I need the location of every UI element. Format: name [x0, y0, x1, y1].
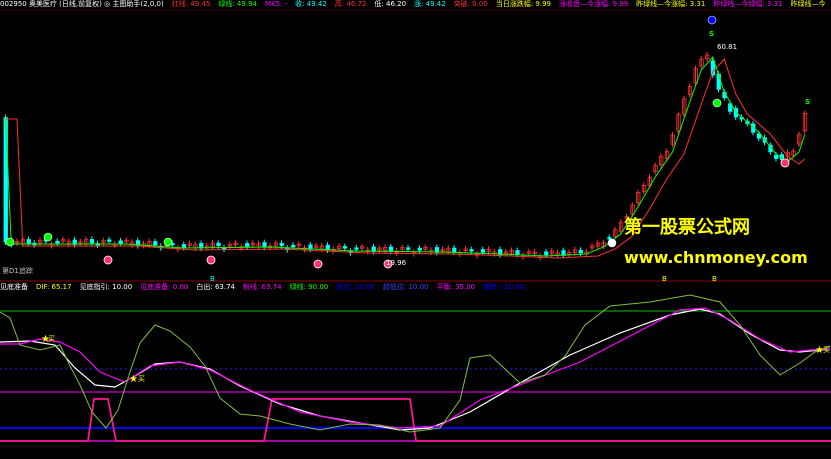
candle-body — [469, 249, 474, 252]
bottom-marker-b3: B — [712, 275, 717, 283]
indicator-fields: 见底准备 DIF: 65.17 见底指引: 10.00 见底准备: 0.00 白出: 6… — [0, 283, 532, 291]
candle-body — [515, 250, 520, 255]
candle-body — [452, 247, 457, 253]
header-field-2: MK5: - — [264, 0, 288, 8]
candle-body — [291, 244, 296, 248]
candle-body — [3, 117, 8, 243]
header-field-10: 昨绿线—今涨幅: 3.31 — [636, 0, 706, 8]
header-field-5: 低: 46.20 — [374, 0, 407, 8]
header-field-6: 涨: 49.42 — [414, 0, 446, 8]
buy-prep-step-line — [0, 398, 831, 442]
indicator-field-9: 平衡: 35.00 — [436, 283, 476, 291]
header-field-4: 高: 46.72 — [334, 0, 367, 8]
star-icon-mid: ★ — [129, 374, 138, 385]
candle-body — [578, 249, 583, 254]
header-field-7: 突破: 0.00 — [453, 0, 488, 8]
header-field-12: 昨绿线—今 — [790, 0, 826, 8]
indicator-field-6: 绿线: 90.00 — [289, 283, 329, 291]
star-buy-label-right: 买 — [823, 346, 830, 354]
bottom-marker-b1: B — [210, 275, 215, 283]
indicator-field-0: 见底准备 — [0, 283, 28, 291]
star-buy-label-mid: 买 — [138, 375, 145, 383]
header-field-0: 红线: 49.45 — [171, 0, 211, 8]
buy-cross-marker-2 — [313, 259, 323, 269]
high-price-label: 60.81 — [717, 43, 738, 51]
candle-body — [607, 237, 612, 240]
indicator-field-8: 超低位: 10.00 — [382, 283, 429, 291]
header-field-8: 当日涨跌幅: 9.99 — [495, 0, 551, 8]
stock-title: 002950 奥美医疗 (日线,前复权) ◎ 主图助手(2,0,0) — [0, 0, 164, 8]
candle-body — [26, 239, 31, 244]
indicator-field-2: 见底指引: 10.00 — [79, 283, 133, 291]
signal-circle-1 — [43, 232, 53, 242]
candle-body — [342, 246, 348, 249]
signal-s-label-right: S — [805, 98, 811, 106]
bottom-left-label: 第D1追踪 — [2, 267, 33, 275]
signal-circle-2 — [163, 237, 173, 247]
candle-body — [181, 244, 187, 248]
price-chart[interactable] — [0, 9, 831, 282]
chart-header-bar: 002950 奥美医疗 (日线,前复权) ◎ 主图助手(2,0,0) 红线: 49… — [0, 0, 831, 9]
bottom-marker-b2: B — [662, 275, 667, 283]
indicator-chart[interactable]: ★★★ — [0, 292, 831, 459]
signal-circle-3 — [607, 238, 617, 248]
candle-body — [774, 154, 779, 159]
buy-cross-marker-4 — [780, 158, 790, 168]
indicator-field-3: 见底准备: 0.00 — [140, 283, 189, 291]
indicator-field-10: 超跌: -10.00 — [483, 283, 525, 291]
candle-body — [89, 239, 95, 244]
header-field-3: 收: 49.42 — [295, 0, 327, 8]
candle-body — [107, 239, 112, 242]
candle-body — [279, 242, 284, 246]
candle-body — [55, 240, 60, 244]
candle-body — [544, 251, 549, 256]
star-buy-label-left: 买 — [48, 335, 55, 343]
watermark-title: 第一股票公式网 — [624, 217, 750, 238]
signal-s-label: S — [709, 30, 715, 38]
candle-body — [480, 249, 486, 253]
indicator-field-4: 白出: 63.74 — [196, 283, 235, 291]
candle-body — [153, 241, 158, 246]
green-curve — [0, 294, 831, 433]
header-fields: 红线: 49.45 绿线: 49.94 MK5: - 收: 49.42 高: 46.72… — [172, 0, 831, 8]
signal-circle-0 — [5, 237, 15, 247]
magenta-curve — [0, 307, 831, 429]
candle-body — [417, 247, 422, 251]
candle-body — [262, 242, 267, 248]
signal-circle-5 — [707, 15, 717, 25]
indicator-field-5: 粉线: 63.74 — [242, 283, 282, 291]
buy-cross-marker-1 — [206, 255, 216, 265]
indicator-field-1: DIF: 65.17 — [36, 283, 72, 291]
signal-circle-4 — [712, 98, 722, 108]
candle-body — [216, 242, 221, 247]
candle-body — [118, 240, 123, 244]
candle-body — [354, 247, 359, 250]
indicator-header-bar: 见底准备 DIF: 65.17 见底指引: 10.00 见底准备: 0.00 白出: 6… — [0, 283, 831, 292]
candle-body — [406, 247, 411, 250]
header-field-9: 涨收盘—今涨幅: 9.99 — [559, 0, 629, 8]
indicator-field-7: 低位: 10.00 — [336, 283, 375, 291]
low-price-label: 19.96 — [386, 259, 407, 267]
watermark-url: www.chnmoney.com — [624, 248, 808, 267]
header-field-1: 绿线: 49.94 — [218, 0, 257, 8]
header-field-11: 昨绿线—今绿幅: 3.31 — [713, 0, 783, 8]
candle-body — [245, 243, 250, 248]
buy-cross-marker-0 — [103, 255, 113, 265]
candle-body — [388, 246, 394, 252]
